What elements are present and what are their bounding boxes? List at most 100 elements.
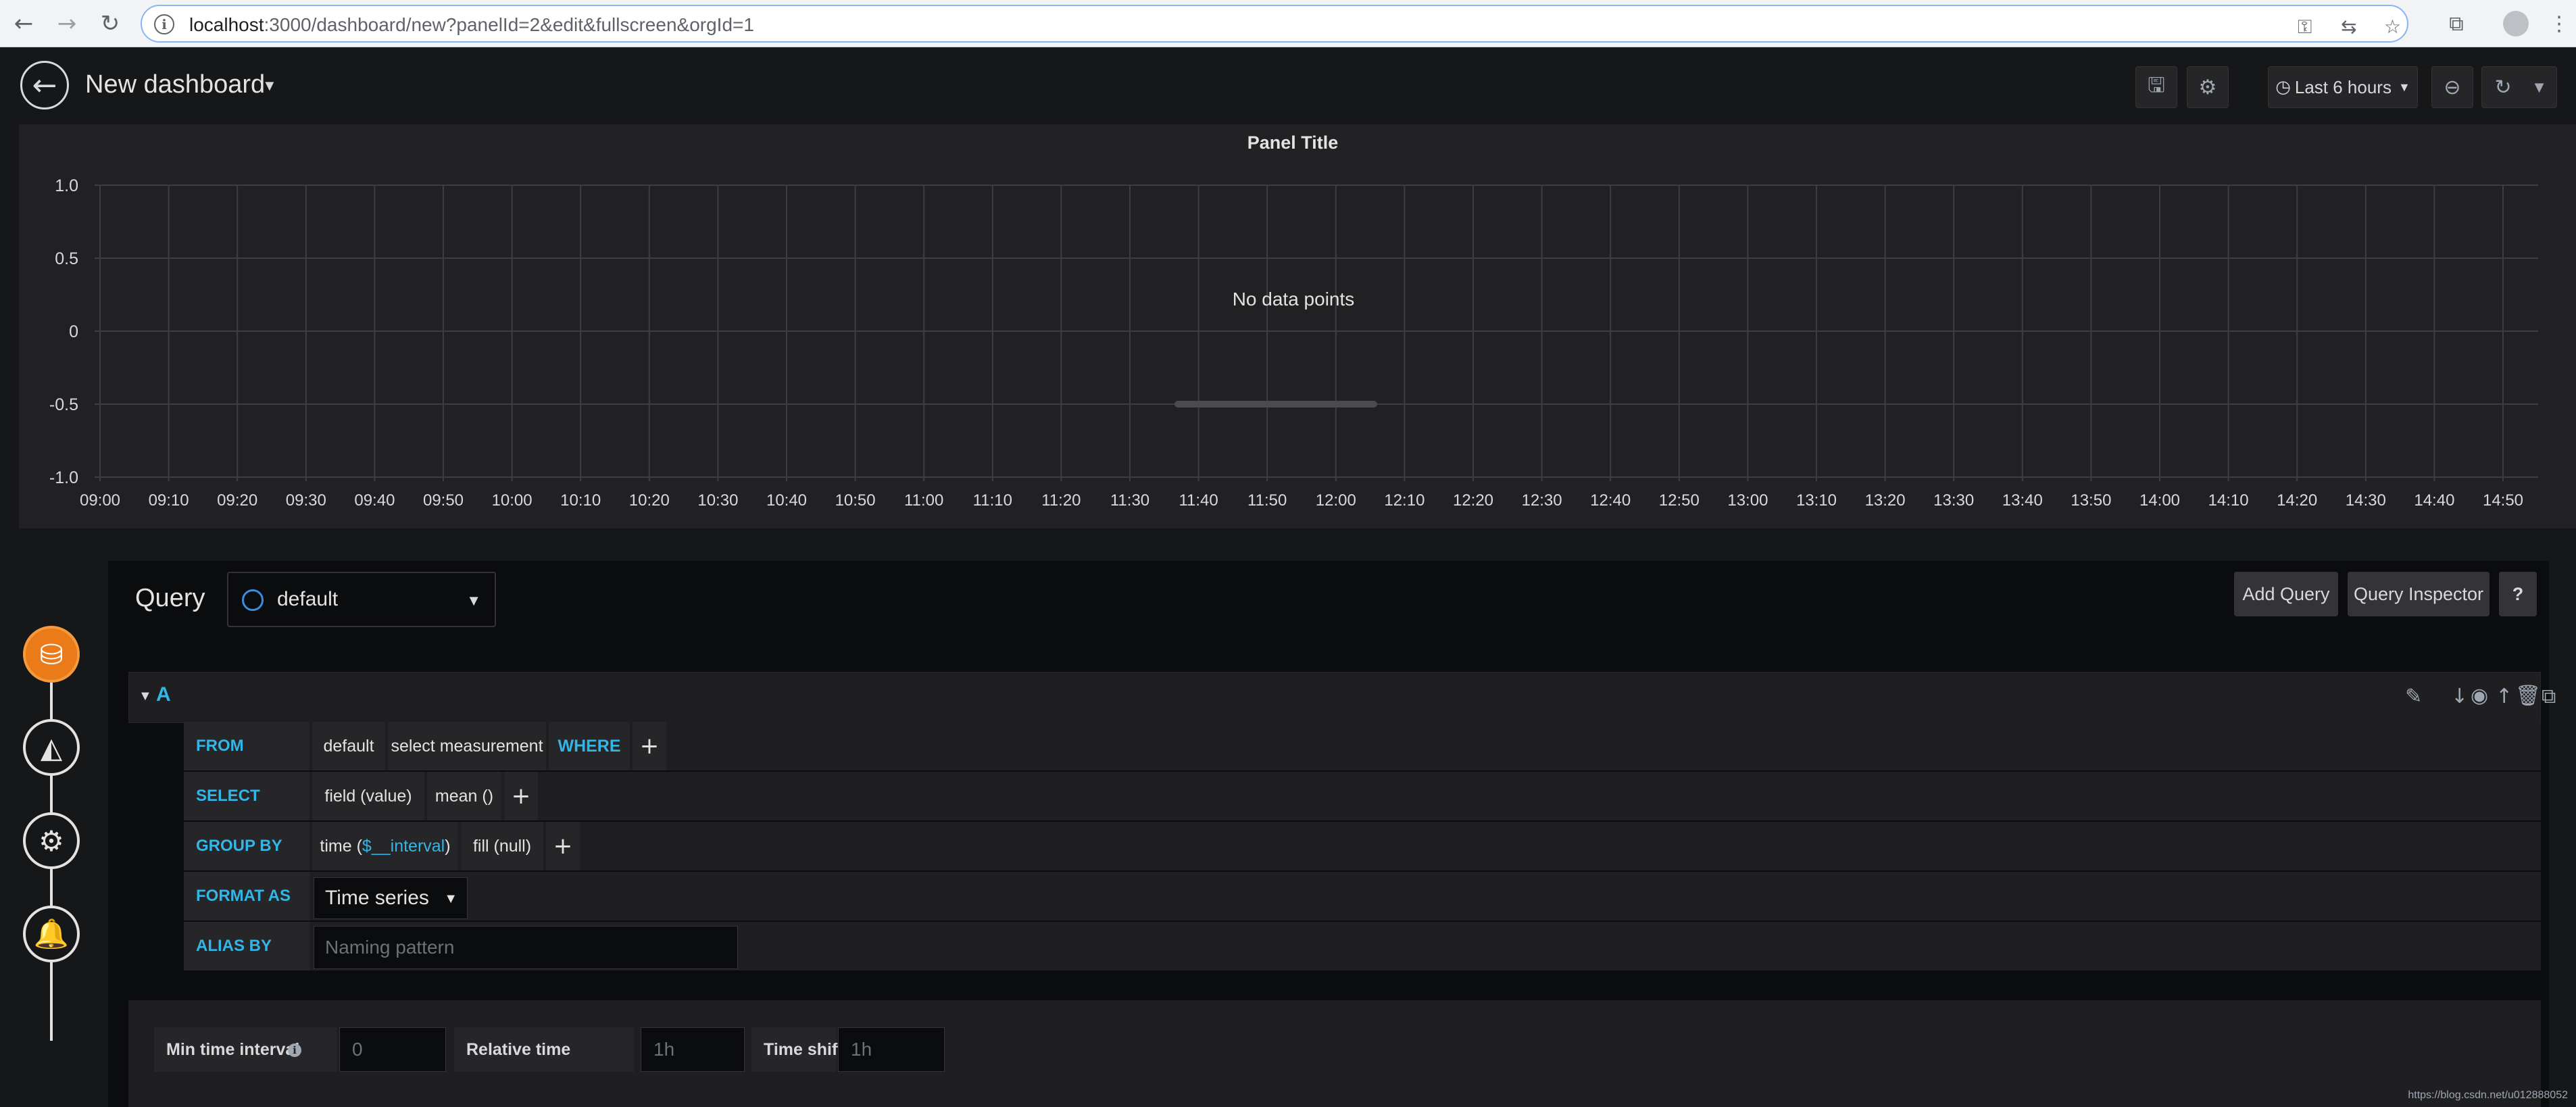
site-info-icon[interactable]: i (154, 14, 174, 34)
duplicate-icon[interactable]: ⧉ (2542, 685, 2556, 708)
bookmark-star-icon[interactable]: ☆ (2384, 16, 2401, 38)
add-select-button[interactable]: + (504, 772, 538, 820)
dashboard-settings-button[interactable]: ⚙ (2187, 66, 2229, 108)
x-tick-label: 14:30 (2346, 491, 2386, 510)
x-tick-label: 11:20 (1041, 491, 1081, 510)
datasource-picker[interactable]: default ▼ (227, 572, 496, 627)
eye-icon[interactable]: ◉ (2471, 684, 2488, 708)
time-range-picker[interactable]: ◷ Last 6 hours ▼ (2268, 66, 2418, 108)
add-where-button[interactable]: + (633, 722, 666, 770)
query-ref-id[interactable]: A (156, 683, 171, 706)
graph-chart: 1.0 0.5 0 -0.5 -1.009:00 09:10 09:20 09:30 09:40… (49, 176, 2538, 510)
zoom-out-button[interactable]: ⊖ (2431, 66, 2473, 108)
x-tick-label: 10:50 (835, 491, 876, 510)
query-editor: Query default ▼ Add Query Query Inspecto… (108, 561, 2556, 1107)
forward-arrow-icon[interactable]: → (51, 8, 82, 39)
alert-tab-button[interactable]: 🔔 (23, 906, 80, 962)
caret-down-icon: ▼ (466, 592, 481, 609)
select-label: SELECT (184, 772, 309, 820)
clock-icon: ◷ (2275, 77, 2291, 97)
editor-side-rail: ⛁ ◭ ⚙ 🔔 (0, 561, 101, 1107)
y-tick-label: 0.5 (55, 249, 78, 268)
x-tick-label: 10:40 (766, 491, 807, 510)
measurement-segment[interactable]: select measurement (388, 722, 546, 770)
move-up-icon[interactable]: ↑ (2496, 685, 2512, 708)
reload-icon[interactable]: ↻ (95, 8, 126, 39)
time-group-segment[interactable]: time ($__interval) (312, 822, 458, 870)
key-icon[interactable]: ⚿ (2298, 16, 2312, 39)
general-tab-button[interactable]: ⚙ (23, 812, 80, 869)
x-tick-label: 11:40 (1179, 491, 1218, 510)
fill-segment[interactable]: fill (null) (461, 822, 543, 870)
browser-toolbar: ← → ↻ i localhost:3000/dashboard/new?pan… (0, 0, 2576, 47)
influxdb-icon (242, 589, 264, 611)
x-tick-label: 14:10 (2208, 491, 2249, 510)
x-tick-label: 10:20 (629, 491, 670, 510)
where-keyword: WHERE (549, 722, 630, 770)
collapse-caret-icon[interactable]: ▼ (139, 689, 152, 704)
url-text[interactable]: localhost:3000/dashboard/new?panelId=2&e… (189, 14, 754, 36)
retention-policy-segment[interactable]: default (312, 722, 385, 770)
move-down-icon[interactable]: ↓ (2451, 685, 2468, 708)
query-row-header[interactable]: ▼ A ✎ ↓ ↑ ⧉ (128, 672, 2556, 723)
select-row: SELECT field (value) mean () + (184, 772, 2541, 822)
x-tick-label: 11:00 (904, 491, 943, 510)
add-query-button[interactable]: Add Query (2234, 572, 2338, 616)
add-group-by-button[interactable]: + (546, 822, 580, 870)
graph-panel: 1.0 0.5 0 -0.5 -1.0 09:00 09:10 09:20 09:30 09:40… (19, 124, 2576, 528)
panel-resize-handle[interactable] (1174, 401, 1377, 408)
format-as-select[interactable]: Time series ▼ (314, 877, 468, 919)
no-data-message: No data points (1233, 289, 1355, 310)
dashboard-navbar: ← New dashboard ▼ 🖫 ⚙ ◷ Last 6 hours ▼ ⊖ ↻… (0, 47, 2576, 124)
time-shift-label: Time shift (751, 1027, 843, 1072)
x-tick-label: 09:10 (149, 491, 189, 510)
y-tick-label: 1.0 (55, 176, 78, 195)
x-tick-label: 13:00 (1727, 491, 1768, 510)
extension-icon[interactable]: ⧉ (2441, 8, 2472, 39)
browser-menu-icon[interactable]: ⋮ (2544, 8, 2575, 39)
queries-tab-button[interactable]: ⛁ (23, 626, 80, 683)
query-inspector-button[interactable]: Query Inspector (2348, 572, 2490, 616)
format-as-label: FORMAT AS (184, 872, 309, 920)
x-tick-label: 13:50 (2071, 491, 2111, 510)
arrow-left-icon: ← (32, 68, 57, 103)
trash-icon[interactable]: 🗑 (2515, 684, 2541, 708)
query-options: Min time interval i 0 Relative time 1h T… (128, 1000, 2541, 1107)
x-tick-label: 13:10 (1796, 491, 1837, 510)
translate-icon[interactable]: ⇆ (2341, 16, 2356, 38)
time-shift-input[interactable]: 1h (838, 1027, 945, 1072)
visualization-tab-button[interactable]: ◭ (23, 719, 80, 776)
group-by-row: GROUP BY time ($__interval) fill (null) … (184, 822, 2541, 872)
back-arrow-icon[interactable]: ← (8, 8, 39, 39)
back-to-dashboard-button[interactable]: ← (20, 61, 69, 109)
x-tick-label: 12:20 (1453, 491, 1493, 510)
x-tick-label: 14:00 (2139, 491, 2180, 510)
address-bar[interactable]: i localhost:3000/dashboard/new?panelId=2… (141, 5, 2408, 43)
caret-down-icon: ▼ (2398, 80, 2410, 94)
profile-avatar-icon[interactable] (2500, 8, 2531, 39)
x-tick-label: 11:30 (1110, 491, 1149, 510)
dashboard-title[interactable]: New dashboard (85, 70, 265, 99)
help-button[interactable]: ? (2499, 572, 2537, 616)
time-range-label: Last 6 hours (2294, 76, 2392, 97)
x-tick-label: 14:20 (2277, 491, 2317, 510)
alias-by-label: ALIAS BY (184, 922, 309, 970)
gear-icon: ⚙ (2198, 75, 2217, 99)
alias-by-input[interactable]: Naming pattern (314, 926, 738, 969)
x-tick-label: 10:30 (697, 491, 738, 510)
refresh-button[interactable]: ↻ ▼ (2481, 66, 2557, 108)
x-tick-label: 13:20 (1865, 491, 1906, 510)
from-row: FROM default select measurement WHERE + (184, 722, 2541, 772)
info-icon[interactable]: i (288, 1043, 301, 1057)
relative-time-input[interactable]: 1h (641, 1027, 745, 1072)
zoom-out-icon: ⊖ (2444, 75, 2461, 99)
min-time-interval-input[interactable]: 0 (339, 1027, 446, 1072)
pencil-icon[interactable]: ✎ (2405, 685, 2422, 708)
caret-down-icon[interactable]: ▼ (262, 77, 277, 95)
x-tick-label: 09:30 (286, 491, 326, 510)
aggregate-segment[interactable]: mean () (427, 772, 501, 820)
panel-title[interactable]: Panel Title (19, 132, 2567, 153)
x-tick-label: 14:40 (2414, 491, 2454, 510)
field-segment[interactable]: field (value) (312, 772, 424, 820)
save-dashboard-button[interactable]: 🖫 (2135, 66, 2177, 108)
